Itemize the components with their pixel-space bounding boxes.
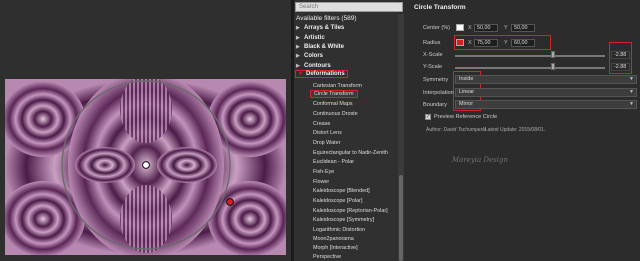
filter-list-scrollbar-thumb[interactable] [399,175,403,261]
filter-item[interactable]: Distort Lens [313,130,342,136]
radius-x-label: X [468,40,472,46]
filter-count-heading: Available filters (589) [296,15,357,22]
expand-arrow-icon: ▶ [296,25,300,31]
radius-label: Radius [423,40,441,46]
pattern-petal-right [157,147,217,183]
filter-item[interactable]: Moon2panorama [313,236,354,242]
y-scale-input[interactable]: -2.88 [611,63,630,71]
latest-update-label: Latest Update: [485,127,518,133]
filter-item[interactable]: Equirectangular to Nadir-Zenith [313,150,388,156]
symmetry-select[interactable]: Inside ▼ [455,75,637,84]
filter-item[interactable]: Kaleidoscope [Polar] [313,198,362,204]
interpolation-label: Interpolation [423,90,454,96]
center-y-label: Y [504,25,508,31]
pattern-petal-bottom [120,185,172,253]
x-scale-slider-thumb[interactable] [550,51,555,58]
filter-item[interactable]: Drop Water [313,140,340,146]
category-artistic[interactable]: ▶ Artistic [296,35,325,41]
preview-canvas[interactable] [5,79,286,255]
y-scale-slider-thumb[interactable] [550,63,555,70]
x-scale-input[interactable]: -2.88 [611,51,630,59]
filter-item[interactable]: Kaleidoscope [Symmetry] [313,217,374,223]
author-prefix: Author: [426,127,443,133]
filter-item[interactable]: Conformal Maps [313,101,353,107]
radius-y-label: Y [504,40,508,46]
center-label: Center (%) [423,25,451,31]
preview-reference-label: Preview Reference Circle [434,114,498,120]
filter-item[interactable]: Crease [313,121,330,127]
filter-item[interactable]: Fish-Eye [313,169,334,175]
category-contours[interactable]: ▶ Contours [296,63,331,69]
filter-item[interactable]: Euclidean - Polar [313,159,354,165]
x-scale-label: X-Scale [423,52,443,58]
chevron-down-icon: ▼ [629,101,634,107]
category-colors[interactable]: ▶ Colors [296,53,323,59]
search-input[interactable]: Search [295,2,403,12]
chevron-down-icon: ▼ [629,89,634,95]
symmetry-value: Inside [459,76,474,82]
radius-y-input[interactable]: 60,00 [511,39,535,47]
category-deformations[interactable]: ▼ Deformations [295,70,348,78]
center-x-label: X [468,25,472,31]
category-arrays-tiles[interactable]: ▶ Arrays & Tiles [296,25,344,31]
pattern-petal-left [75,147,135,183]
latest-update-value: 2015/08/01. [518,127,546,133]
category-label: Colors [304,53,324,59]
radius-color-swatch[interactable] [456,39,464,46]
interpolation-select[interactable]: Linear ▼ [455,88,637,97]
boundary-select[interactable]: Mirror ▼ [455,100,637,109]
expand-arrow-icon: ▶ [296,35,300,41]
category-label: Black & White [304,44,345,50]
category-label: Deformations [306,71,345,77]
filter-item[interactable]: Kaleidoscope [Reptorian-Polar] [313,208,388,214]
x-scale-slider[interactable] [455,55,605,57]
boundary-label: Boundary [423,102,447,108]
preview-reference-checkbox[interactable]: ✓ [425,114,431,120]
filter-item[interactable]: Flower [313,179,329,185]
expand-arrow-icon: ▼ [298,71,303,77]
filter-item[interactable]: Continuous Droste [313,111,358,117]
category-label: Artistic [304,35,325,41]
category-black-white[interactable]: ▶ Black & White [296,44,344,50]
filter-item[interactable]: Cartesian Transform [313,83,362,89]
filter-item[interactable]: Morph [Interactive] [313,245,358,251]
chevron-down-icon: ▼ [629,76,634,82]
filter-item[interactable]: Logarithmic Distortion [313,227,365,233]
category-label: Contours [304,63,331,69]
latest-update: Latest Update: 2015/08/01. [485,127,545,133]
expand-arrow-icon: ▶ [296,53,300,59]
author-name: David Tschumperlé [443,127,487,133]
center-y-input[interactable]: 50,00 [511,24,535,32]
radius-handle[interactable] [226,198,234,206]
center-color-swatch[interactable] [456,24,464,31]
filter-item[interactable]: Perspective [313,254,341,260]
center-x-input[interactable]: 50,00 [474,24,498,32]
filter-item[interactable]: Kaleidoscope [Blended] [313,188,370,194]
expand-arrow-icon: ▶ [296,44,300,50]
settings-title: Circle Transform [414,4,466,11]
preview-panel [0,0,291,261]
boundary-value: Mirror [459,101,474,107]
y-scale-label: Y-Scale [423,64,443,70]
symmetry-label: Symmetry [423,77,449,83]
interpolation-value: Linear [459,89,474,95]
author-info: Author: David Tschumperlé [426,127,486,133]
y-scale-slider[interactable] [455,67,605,69]
center-handle[interactable] [142,161,150,169]
filter-item-selected[interactable]: Circle Transform [310,90,358,98]
expand-arrow-icon: ▶ [296,63,300,69]
radius-x-input[interactable]: 75,00 [474,39,498,47]
watermark: Mareyia Design [452,156,508,164]
category-label: Arrays & Tiles [304,25,345,31]
